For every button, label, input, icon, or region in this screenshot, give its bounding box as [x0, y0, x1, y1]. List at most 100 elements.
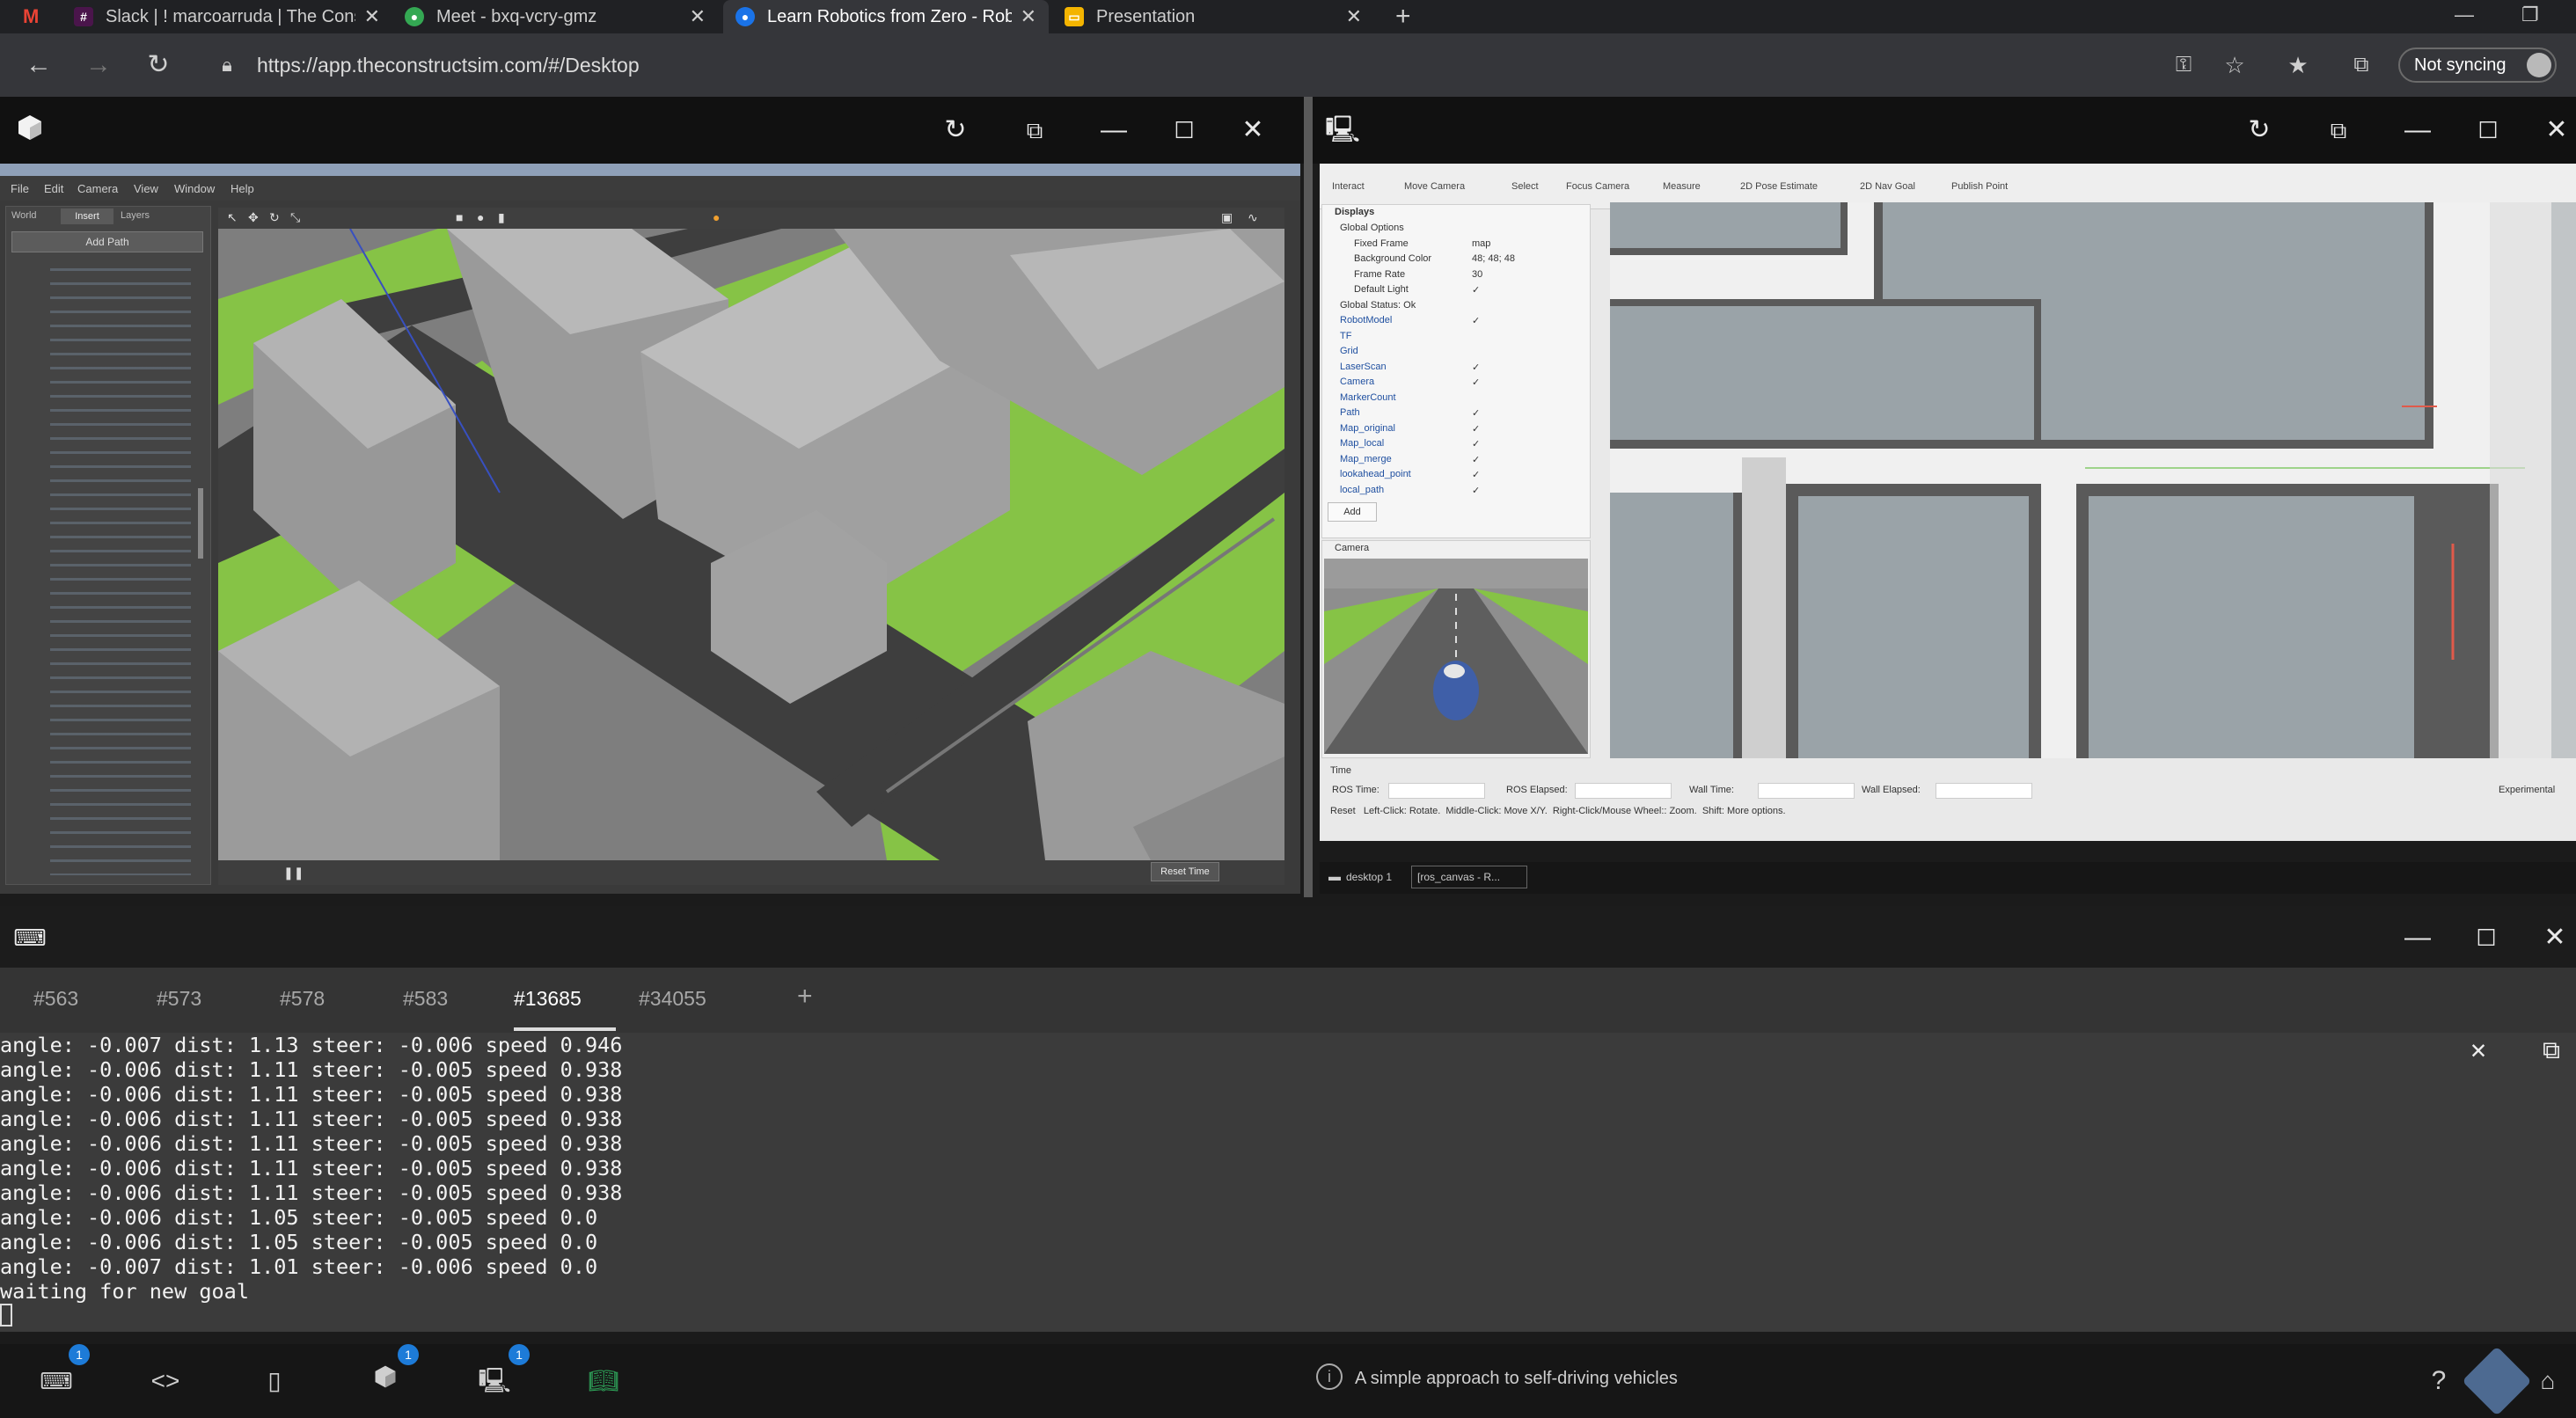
display-item[interactable]: MarkerCount	[1340, 392, 1586, 408]
add-terminal-tab-button[interactable]: +	[797, 982, 813, 1012]
close-icon[interactable]: ✕	[2539, 113, 2574, 148]
display-item[interactable]: Frame Rate 30	[1340, 269, 1586, 285]
record-icon[interactable]: ●	[713, 210, 720, 224]
translate-tool-icon[interactable]: ✥	[248, 210, 259, 225]
reload-icon[interactable]: ↻	[141, 48, 176, 83]
select-tool-icon[interactable]: ↖	[227, 210, 238, 225]
refresh-icon[interactable]: ↻	[2242, 113, 2277, 148]
display-item[interactable]: Path ✓	[1340, 407, 1586, 423]
url-field[interactable]: https://app.theconstructsim.com/#/Deskto…	[257, 46, 2456, 84]
rotate-tool-icon[interactable]: ↻	[269, 210, 280, 225]
cylinder-shape-icon[interactable]: ▮	[498, 210, 505, 225]
tool-interact[interactable]: Interact	[1332, 181, 1365, 192]
lock-icon[interactable]: 🔒︎	[209, 48, 245, 83]
tab-world[interactable]: World	[11, 210, 37, 221]
gmail-tab-icon[interactable]: M	[23, 0, 39, 33]
pause-icon[interactable]: ❚❚	[283, 866, 304, 881]
menu-file[interactable]: File	[11, 182, 29, 195]
display-item[interactable]: Camera ✓	[1340, 376, 1586, 392]
tool-2d-pose-estimate[interactable]: 2D Pose Estimate	[1740, 181, 1818, 192]
desktop-icon[interactable]: 🖳︎	[477, 1363, 512, 1399]
add-display-button[interactable]: Add	[1328, 502, 1377, 522]
screenshot-icon[interactable]: ▣	[1221, 210, 1233, 225]
ros-time-field[interactable]	[1388, 783, 1485, 799]
notebook-icon[interactable]: ▯	[257, 1363, 292, 1399]
sphere-shape-icon[interactable]: ●	[477, 210, 484, 224]
menu-view[interactable]: View	[134, 182, 158, 195]
maximize-icon[interactable]: ☐	[1167, 113, 1202, 148]
help-icon[interactable]: ?	[2421, 1363, 2456, 1399]
display-item[interactable]: Global Status: Ok	[1340, 300, 1586, 316]
display-item[interactable]: lookahead_point ✓	[1340, 469, 1586, 485]
close-icon[interactable]: ✕	[1235, 113, 1270, 148]
minimize-icon[interactable]: —	[2455, 4, 2474, 26]
gazebo-3d-view[interactable]: ↖ ✥ ↻ ⤡ ■ ● ▮ ● ▣ ∿ ❚❚ Reset Time	[218, 208, 1284, 885]
favorite-add-icon[interactable]: ☆	[2217, 48, 2252, 83]
tab-insert[interactable]: Insert	[61, 208, 113, 224]
terminal-tab[interactable]: #578	[280, 987, 325, 1011]
forward-icon[interactable]: →	[81, 48, 116, 83]
display-item[interactable]: Background Color 48; 48; 48	[1340, 253, 1586, 269]
model-list-scrollbar[interactable]	[198, 488, 203, 559]
plot-icon[interactable]: ∿	[1248, 210, 1258, 225]
terminal-tab[interactable]: #583	[403, 987, 448, 1011]
ros-elapsed-field[interactable]	[1575, 783, 1672, 799]
display-item[interactable]: Map_original ✓	[1340, 423, 1586, 439]
tab-meet[interactable]: ● Meet - bxq-vcry-gmz ✕	[392, 0, 718, 33]
display-item[interactable]: Map_local ✓	[1340, 438, 1586, 454]
minimize-icon[interactable]: —	[1096, 113, 1131, 148]
back-icon[interactable]: ←	[21, 48, 56, 83]
tool-measure[interactable]: Measure	[1663, 181, 1701, 192]
terminal-output[interactable]: angle: -0.007 dist: 1.13 steer: -0.006 s…	[0, 1033, 2576, 1332]
menu-camera[interactable]: Camera	[77, 182, 118, 195]
menu-window[interactable]: Window	[174, 182, 215, 195]
course-book-icon[interactable]: 📖︎	[586, 1363, 621, 1399]
wall-time-field[interactable]	[1758, 783, 1855, 799]
maximize-icon[interactable]: ☐	[2470, 113, 2506, 148]
code-editor-icon[interactable]: <>	[148, 1363, 183, 1399]
display-item[interactable]: local_path ✓	[1340, 485, 1586, 501]
display-item[interactable]: TF	[1340, 331, 1586, 347]
close-tab-icon[interactable]: ✕	[690, 5, 706, 28]
detach-icon[interactable]: ⧉	[2321, 113, 2356, 148]
terminal-tab[interactable]: #563	[33, 987, 78, 1011]
scale-tool-icon[interactable]: ⤡	[290, 210, 300, 225]
minimize-icon[interactable]: —	[2400, 113, 2435, 148]
detach-icon[interactable]: ⧉	[1017, 113, 1052, 148]
reset-time-button[interactable]: Reset Time	[1151, 862, 1219, 881]
display-item[interactable]: Global Options	[1340, 223, 1586, 238]
home-icon[interactable]: ⌂	[2530, 1363, 2565, 1399]
terminal-tab[interactable]: #573	[157, 987, 201, 1011]
display-item[interactable]: LaserScan ✓	[1340, 362, 1586, 377]
tool-move-camera[interactable]: Move Camera	[1404, 181, 1465, 192]
display-item[interactable]: Map_merge ✓	[1340, 454, 1586, 470]
key-icon[interactable]: ⚿	[2166, 48, 2201, 83]
robot-avatar[interactable]	[2462, 1346, 2532, 1416]
new-tab-button[interactable]: +	[1383, 0, 1423, 33]
close-tab-icon[interactable]: ✕	[1346, 5, 1362, 28]
wall-elapsed-field[interactable]	[1936, 783, 2032, 799]
display-item[interactable]: Default Light ✓	[1340, 284, 1586, 300]
split-terminal-icon[interactable]: ⧉	[2543, 1038, 2560, 1063]
tool-2d-nav-goal[interactable]: 2D Nav Goal	[1860, 181, 1915, 192]
minimize-icon[interactable]: —	[2400, 920, 2435, 955]
add-path-button[interactable]: Add Path	[11, 231, 203, 252]
taskbar-item[interactable]: [ros_canvas - R...	[1411, 866, 1527, 888]
rviz-map-view[interactable]	[1610, 202, 2576, 758]
tab-presentation[interactable]: ▭ Presentation ✕	[1052, 0, 1374, 33]
tab-layers[interactable]: Layers	[121, 210, 150, 221]
close-icon[interactable]: ✕	[2537, 920, 2572, 955]
tab-slack[interactable]: # Slack | ! marcoarruda | The Const ✕	[62, 0, 392, 33]
terminal-tab-active[interactable]: #13685	[514, 987, 582, 1011]
terminal-tab[interactable]: #34055	[639, 987, 706, 1011]
maximize-icon[interactable]: ☐	[2469, 920, 2504, 955]
sync-button[interactable]: Not syncing	[2398, 48, 2557, 83]
experimental-checkbox[interactable]: Experimental	[2499, 785, 2555, 795]
display-item[interactable]: Grid	[1340, 346, 1586, 362]
display-item[interactable]: Fixed Frame map	[1340, 238, 1586, 254]
restore-icon[interactable]: ❐	[2521, 4, 2539, 26]
tab-robotics[interactable]: ● Learn Robotics from Zero - Robo ✕	[723, 0, 1049, 33]
box-shape-icon[interactable]: ■	[456, 210, 463, 224]
display-item[interactable]: RobotModel ✓	[1340, 315, 1586, 331]
menu-edit[interactable]: Edit	[44, 182, 63, 195]
